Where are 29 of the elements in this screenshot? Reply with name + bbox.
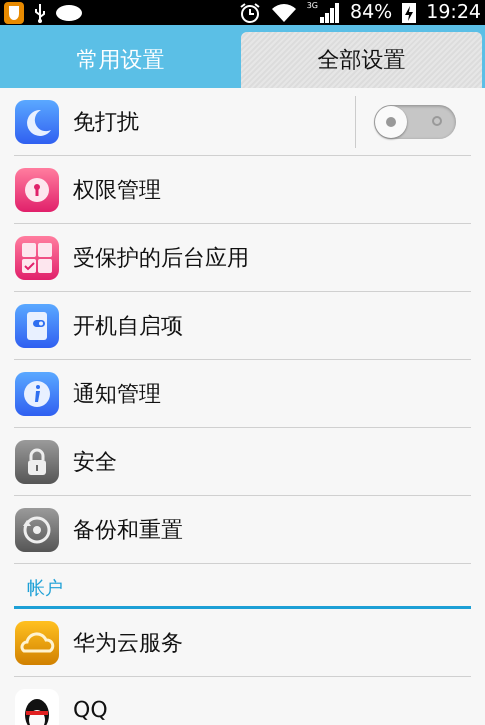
clock-time: 19:24 [426,3,481,22]
usb-icon [34,2,46,22]
wifi-icon [270,2,297,22]
phone-icon [15,304,59,348]
setting-label[interactable]: 备份和重置 [73,514,456,544]
network-type: 3G [306,2,318,10]
cloud-icon [15,620,59,664]
signal-icon [320,2,340,22]
moon-icon [15,100,59,144]
setting-label[interactable]: 华为云服务 [73,628,456,658]
battery-level: 84% [350,3,392,22]
info-icon [15,372,59,416]
setting-label[interactable]: 免打扰 [73,106,355,136]
setting-label[interactable]: 开机自启项 [73,310,456,340]
setting-label[interactable]: 安全 [73,446,456,476]
restore-icon [15,508,59,552]
grid-check-icon [15,236,59,280]
lock-icon [15,440,59,484]
section-header: 帐户 [14,564,471,609]
alarm-clock-icon [238,2,261,24]
setting-label[interactable]: QQ [73,698,456,723]
setting-label[interactable]: 通知管理 [73,378,456,408]
tab[interactable]: 全部设置 [241,32,482,88]
setting-label[interactable]: 受保护的后台应用 [73,242,456,272]
setting-label[interactable]: 权限管理 [73,174,456,204]
battery-charging-icon [402,2,416,22]
shield-icon [4,2,24,24]
keyhole-icon [15,168,59,212]
toggle-switch[interactable] [374,104,456,138]
